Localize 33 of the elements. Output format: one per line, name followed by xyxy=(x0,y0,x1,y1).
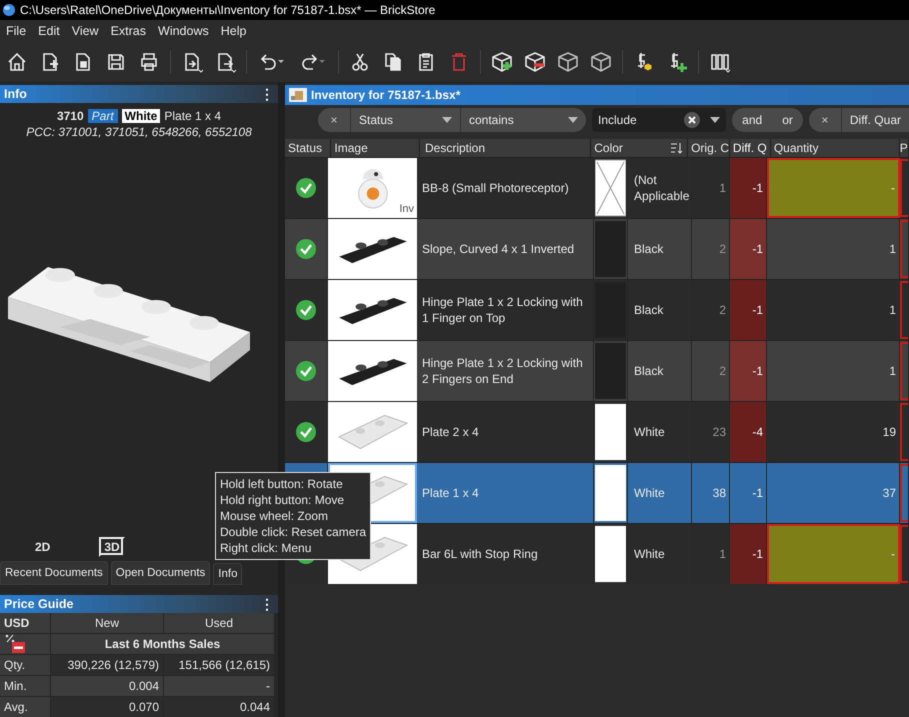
item-id: 3710 xyxy=(56,109,84,124)
table-cell: - xyxy=(767,524,900,584)
column-header: Used xyxy=(164,613,274,634)
table-cell: -1 xyxy=(730,524,767,584)
price-cell: 151,566 (12,615) xyxy=(164,655,274,676)
table-cell: White xyxy=(628,524,692,584)
price-cell: 390,226 (12,579) xyxy=(51,655,163,676)
table-cell: -1 xyxy=(730,219,767,279)
table-cell: - xyxy=(767,158,900,218)
overlay-label: Inv xyxy=(399,203,414,215)
window-title: C:\Users\Ratel\OneDrive\Документы\Inventory for 75187-1.bsx* — BrickStore xyxy=(20,3,436,17)
item-type-tag: Part xyxy=(88,109,118,124)
period-header: Last 6 Months Sales xyxy=(51,634,274,654)
column-header: New xyxy=(51,613,163,634)
table-cell: -4 xyxy=(730,402,767,462)
color-tag: White xyxy=(122,109,160,124)
pcc-text: PCC: 371001, 371051, 6548266, 6552108 xyxy=(25,125,253,140)
table-cell: -1 xyxy=(730,158,767,218)
price-cell: 0.044 xyxy=(164,697,274,717)
currency-header: USD xyxy=(0,613,50,634)
price-cell: 0.004 xyxy=(51,676,163,696)
item-name: Plate 1 x 4 xyxy=(164,109,222,124)
panel-title: Price Guide xyxy=(4,596,74,611)
row-header: Avg. xyxy=(0,697,50,717)
document-title: Inventory for 75187-1.bsx* xyxy=(311,88,460,102)
table-cell: -1 xyxy=(730,280,767,340)
table-cell: Bar 6L with Stop Ring xyxy=(417,524,594,584)
row-header: Min. xyxy=(0,676,50,696)
price-cell: - xyxy=(164,676,274,696)
row-header: Qty. xyxy=(0,655,50,676)
panel-title: Info xyxy=(4,87,27,102)
price-cell: 0.070 xyxy=(51,697,163,717)
table-cell: -1 xyxy=(730,341,767,401)
